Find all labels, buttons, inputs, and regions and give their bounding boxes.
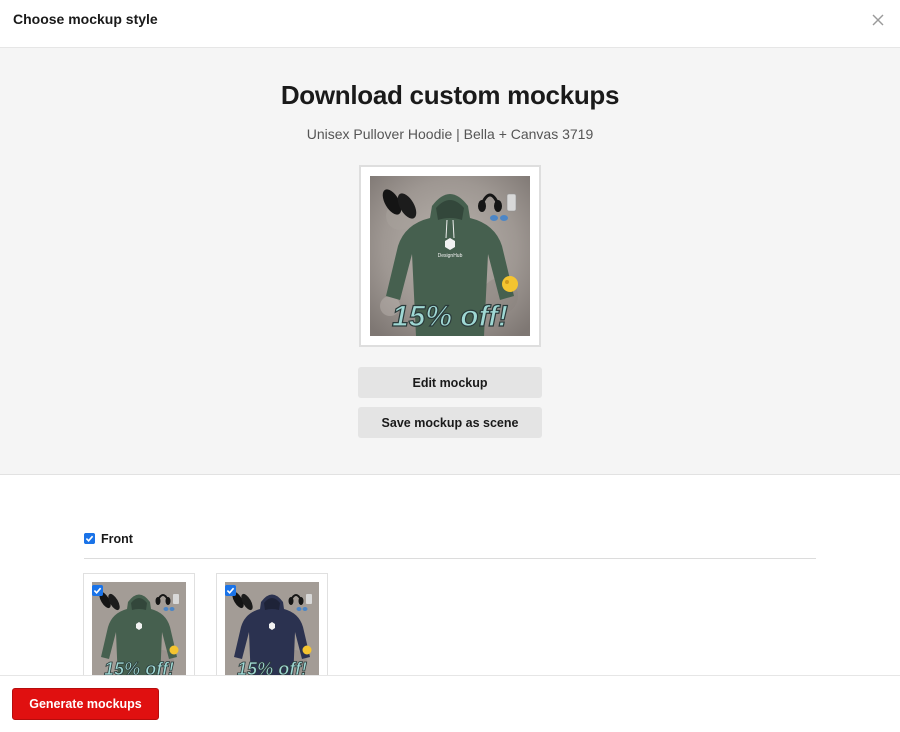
mockup-thumbnail-image: 15% off! [225,582,319,682]
thumbnail-checkbox[interactable] [92,585,103,596]
modal-title: Choose mockup style [13,11,158,27]
save-mockup-as-scene-button[interactable]: Save mockup as scene [358,407,542,438]
mockup-thumbnail-navy[interactable]: 15% off! [216,573,328,683]
product-name: Unisex Pullover Hoodie | Bella + Canvas … [306,126,594,142]
edit-mockup-button[interactable]: Edit mockup [358,367,542,398]
generate-mockups-button[interactable]: Generate mockups [12,688,159,720]
front-checkbox[interactable] [84,533,95,544]
modal-header: Choose mockup style [0,0,900,48]
divider [84,558,816,559]
close-icon[interactable] [870,12,886,28]
mockup-thumbnail-image: 15% off! [92,582,186,682]
thumbnail-checkbox[interactable] [225,585,236,596]
svg-text:15% off!: 15% off! [392,300,508,333]
page-title: Download custom mockups [280,80,620,110]
svg-text:DesignHub: DesignHub [438,253,463,259]
mockup-preview-image: DesignHub 15% off! [370,176,530,336]
front-label: Front [101,532,133,546]
modal-footer: Generate mockups [0,675,900,732]
mockup-preview-section: Download custom mockups Unisex Pullover … [0,48,900,475]
mockup-thumbnail-green[interactable]: 15% off! [83,573,195,683]
mockup-preview: DesignHub 15% off! [359,165,541,347]
